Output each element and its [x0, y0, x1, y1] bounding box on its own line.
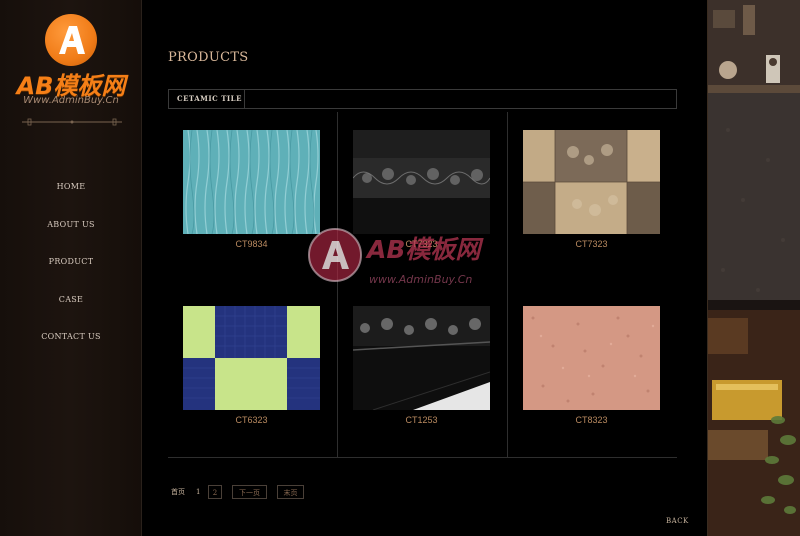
pager-current: 1 [196, 488, 201, 496]
product-image-beige-patchwork[interactable] [523, 130, 660, 234]
product-card[interactable]: CT1253 [338, 306, 508, 456]
product-card[interactable]: CT9834 [168, 130, 338, 280]
sidebar: AB模板网 Www.AdminBuy.Cn HOME ABOUT US PROD… [0, 0, 142, 536]
decorative-kitchen-photo [707, 0, 800, 536]
page-title: PRODUCTS [168, 50, 249, 65]
back-link[interactable]: BACK [666, 517, 689, 525]
main-nav: HOME ABOUT US PRODUCT CASE CONTACT US [0, 180, 142, 368]
nav-home[interactable]: HOME [0, 180, 142, 218]
product-code[interactable]: CT7323 [508, 239, 675, 249]
product-grid: CT9834 CT7323 CT7323 CT6323 CT1253 CT832… [168, 112, 678, 458]
product-image-black-floral[interactable] [353, 130, 490, 234]
logo-divider-ornament [22, 118, 122, 126]
product-image-blue-lime-checker[interactable] [183, 306, 320, 410]
pager-first[interactable]: 首页 [171, 485, 191, 499]
product-code[interactable]: CT1253 [338, 415, 505, 425]
nav-contact-us[interactable]: CONTACT US [0, 330, 142, 368]
main-content: PRODUCTS CETAMIC TILE CT9834 CT7323 CT73… [143, 0, 706, 536]
product-code[interactable]: CT8323 [508, 415, 675, 425]
nav-case-label[interactable]: CASE [59, 293, 83, 304]
nav-about-us-label[interactable]: ABOUT US [47, 218, 95, 229]
product-code[interactable]: CT7323 [338, 239, 505, 249]
pager-last[interactable]: 末页 [277, 485, 304, 499]
product-image-pink-granite[interactable] [523, 306, 660, 410]
product-card[interactable]: CT7323 [508, 130, 678, 280]
nav-contact-us-label[interactable]: CONTACT US [41, 330, 101, 341]
pager-page-2[interactable]: 2 [208, 485, 222, 499]
nav-product[interactable]: PRODUCT [0, 255, 142, 293]
nav-about-us[interactable]: ABOUT US [0, 218, 142, 256]
nav-case[interactable]: CASE [0, 293, 142, 331]
grid-divider [168, 457, 677, 458]
product-code[interactable]: CT9834 [168, 239, 335, 249]
product-code[interactable]: CT6323 [168, 415, 335, 425]
nav-product-label[interactable]: PRODUCT [49, 255, 94, 266]
logo-url: Www.AdminBuy.Cn [23, 95, 119, 106]
section-header: CETAMIC TILE [168, 89, 677, 109]
product-card[interactable]: CT7323 [338, 130, 508, 280]
logo-icon[interactable] [45, 14, 97, 66]
pager-next[interactable]: 下一页 [232, 485, 267, 499]
nav-home-label[interactable]: HOME [57, 180, 86, 191]
section-label: CETAMIC TILE [169, 90, 245, 108]
product-image-black-marble[interactable] [353, 306, 490, 410]
product-card[interactable]: CT6323 [168, 306, 338, 456]
product-image-teal-wave[interactable] [183, 130, 320, 234]
product-card[interactable]: CT8323 [508, 306, 678, 456]
